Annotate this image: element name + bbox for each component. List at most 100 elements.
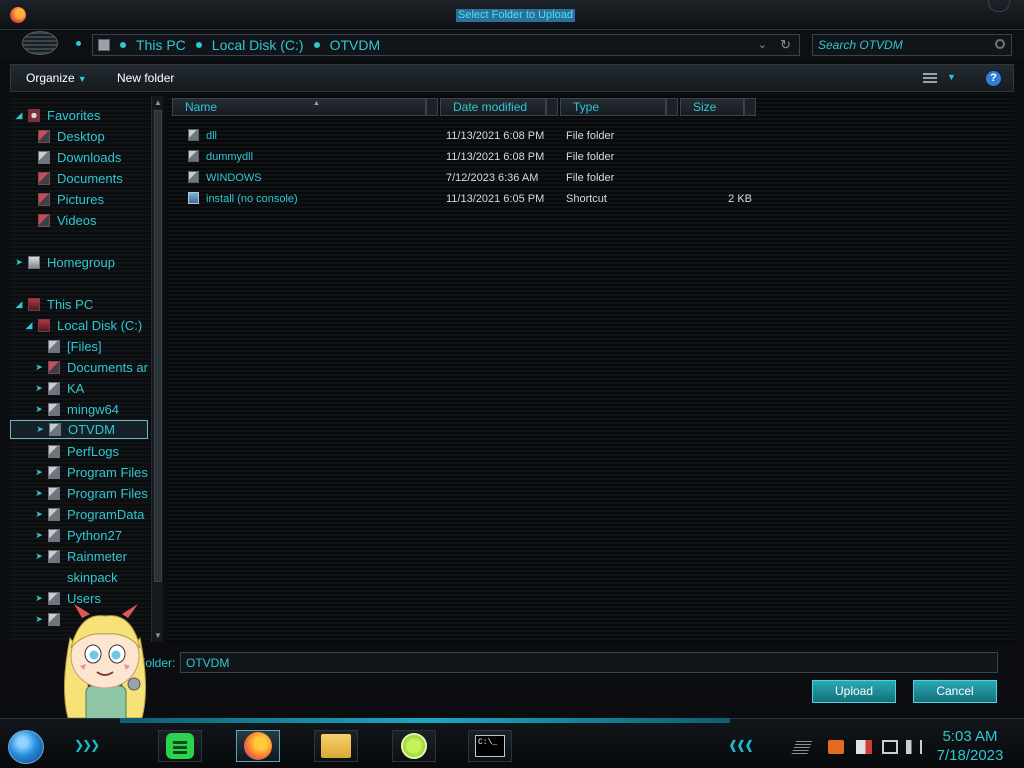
breadcrumb-otvdm[interactable]: OTVDM [330, 37, 381, 53]
start-button[interactable] [8, 730, 44, 764]
column-header-name[interactable]: Name ▲ [172, 98, 426, 116]
folder-field[interactable] [180, 652, 998, 673]
view-options-icon[interactable] [923, 73, 937, 83]
collapsed-arrow-icon[interactable]: ➤ [34, 404, 44, 415]
column-separator[interactable] [666, 98, 678, 116]
breadcrumb-separator-icon[interactable] [313, 42, 320, 48]
nav-label: OTVDM [68, 422, 115, 437]
navigation-pane: ◢ Favorites Desktop Downloads Documents … [10, 96, 150, 642]
collapsed-arrow-icon[interactable]: ➤ [34, 614, 44, 625]
nav-folder-files[interactable]: [Files] [34, 337, 102, 356]
column-separator[interactable] [426, 98, 438, 116]
scrollbar-thumb[interactable] [154, 110, 162, 582]
nav-downloads[interactable]: Downloads [38, 148, 121, 167]
nav-documents[interactable]: Documents [38, 169, 123, 188]
column-header-type[interactable]: Type [560, 98, 666, 116]
nav-desktop[interactable]: Desktop [38, 127, 105, 146]
collapsed-arrow-icon[interactable]: ➤ [34, 467, 44, 478]
collapsed-arrow-icon[interactable]: ➤ [34, 551, 44, 562]
collapsed-arrow-icon[interactable]: ➤ [14, 257, 24, 268]
nav-folder-python27[interactable]: ➤ Python27 [34, 526, 122, 545]
downloads-icon [38, 151, 50, 164]
breadcrumb-this-pc[interactable]: This PC [136, 37, 186, 53]
refresh-icon[interactable]: ↻ [780, 37, 791, 53]
nav-folder-ka[interactable]: ➤ KA [34, 379, 84, 398]
file-row-install[interactable]: install (no console) 11/13/2021 6:05 PM … [166, 189, 766, 209]
collapsed-arrow-icon[interactable]: ➤ [35, 424, 45, 435]
column-separator[interactable] [546, 98, 558, 116]
breadcrumb-local-disk[interactable]: Local Disk (C:) [212, 37, 304, 53]
breadcrumb-separator-icon[interactable] [195, 42, 202, 48]
nav-local-disk[interactable]: ◢ Local Disk (C:) [24, 316, 143, 335]
taskbar-app-spotify[interactable] [158, 730, 202, 762]
expanded-arrow-icon[interactable]: ◢ [14, 299, 24, 310]
nav-folder-programdata[interactable]: ➤ ProgramData [34, 505, 144, 524]
clock-time[interactable]: 5:03 AM [930, 728, 1010, 745]
drive-icon [38, 319, 50, 332]
cartoon-mascot-icon [63, 604, 147, 723]
address-bar[interactable]: This PC Local Disk (C:) OTVDM ⌄ ↻ [92, 34, 800, 56]
search-input[interactable] [813, 35, 991, 55]
nav-label: This PC [47, 297, 94, 312]
volume-icon[interactable] [906, 740, 922, 754]
nav-folder-skinpack[interactable]: skinpack [34, 568, 118, 587]
recent-locations-dot[interactable] [76, 41, 81, 46]
collapsed-arrow-icon[interactable]: ➤ [34, 488, 44, 499]
collapsed-arrow-icon[interactable]: ➤ [34, 362, 44, 373]
back-forward-orb[interactable] [22, 31, 58, 55]
taskbar-app-firefox[interactable] [236, 730, 280, 762]
nav-videos[interactable]: Videos [38, 211, 97, 230]
taskbar-app-file-explorer[interactable] [314, 730, 358, 762]
search-box[interactable] [812, 34, 1012, 56]
firefox-icon [244, 732, 272, 760]
clock-date[interactable]: 7/18/2023 [930, 747, 1010, 764]
column-header-size[interactable]: Size [680, 98, 744, 116]
file-row-windows[interactable]: WINDOWS 7/12/2023 6:36 AM File folder [166, 168, 766, 188]
nav-favorites[interactable]: ◢ Favorites [14, 106, 101, 125]
column-header-date[interactable]: Date modified [440, 98, 546, 116]
file-name: install (no console) [206, 193, 298, 205]
taskbar-app-command-prompt[interactable]: C:\_ [468, 730, 512, 762]
firefox-app-icon [10, 7, 26, 23]
expanded-arrow-icon[interactable]: ◢ [14, 110, 24, 121]
nav-folder-mingw64[interactable]: ➤ mingw64 [34, 400, 119, 419]
organize-button[interactable]: Organize ▼ [26, 71, 87, 85]
column-separator[interactable] [744, 98, 756, 116]
search-icon[interactable] [995, 39, 1005, 49]
expanded-arrow-icon[interactable]: ◢ [24, 320, 34, 331]
computer-icon [28, 298, 40, 311]
breadcrumb-separator-icon[interactable] [120, 42, 126, 48]
file-row-dll[interactable]: dll 11/13/2021 6:08 PM File folder [166, 126, 766, 146]
pictures-icon [38, 193, 50, 206]
scroll-up-arrow-icon[interactable]: ▲ [154, 98, 162, 107]
collapsed-arrow-icon[interactable]: ➤ [34, 593, 44, 604]
nav-this-pc[interactable]: ◢ This PC [14, 295, 94, 314]
new-folder-button[interactable]: New folder [117, 71, 174, 85]
nav-folder-program-files-x86[interactable]: ➤ Program Files [34, 484, 148, 503]
collapsed-arrow-icon[interactable]: ➤ [34, 509, 44, 520]
action-center-flag-icon[interactable] [856, 740, 872, 754]
nav-pictures[interactable]: Pictures [38, 190, 104, 209]
upload-button[interactable]: Upload [812, 680, 896, 703]
navigation-scrollbar[interactable]: ▲ ▼ [151, 96, 163, 642]
nav-folder-documents-and[interactable]: ➤ Documents ar [34, 358, 148, 377]
nav-folder-otvdm[interactable]: ➤ OTVDM [10, 420, 148, 439]
network-icon[interactable] [882, 740, 898, 754]
nav-homegroup[interactable]: ➤ Homegroup [14, 253, 115, 272]
collapsed-arrow-icon[interactable]: ➤ [34, 530, 44, 541]
command-prompt-icon: C:\_ [475, 735, 505, 757]
caret-down-icon[interactable]: ▼ [947, 72, 956, 82]
nav-folder-perflogs[interactable]: PerfLogs [34, 442, 119, 461]
taskbar-app-lime[interactable] [392, 730, 436, 762]
cancel-button[interactable]: Cancel [913, 680, 997, 703]
chevron-down-icon[interactable]: ⌄ [758, 38, 767, 51]
tray-app-icon[interactable] [828, 740, 844, 754]
file-row-dummydll[interactable]: dummydll 11/13/2021 6:08 PM File folder [166, 147, 766, 167]
help-icon[interactable]: ? [986, 71, 1001, 86]
file-size: 2 KB [728, 193, 752, 205]
nav-folder-rainmeter[interactable]: ➤ Rainmeter [34, 547, 127, 566]
folder-icon [188, 171, 199, 183]
nav-folder-program-files[interactable]: ➤ Program Files [34, 463, 148, 482]
collapsed-arrow-icon[interactable]: ➤ [34, 383, 44, 394]
folder-icon [188, 129, 199, 141]
